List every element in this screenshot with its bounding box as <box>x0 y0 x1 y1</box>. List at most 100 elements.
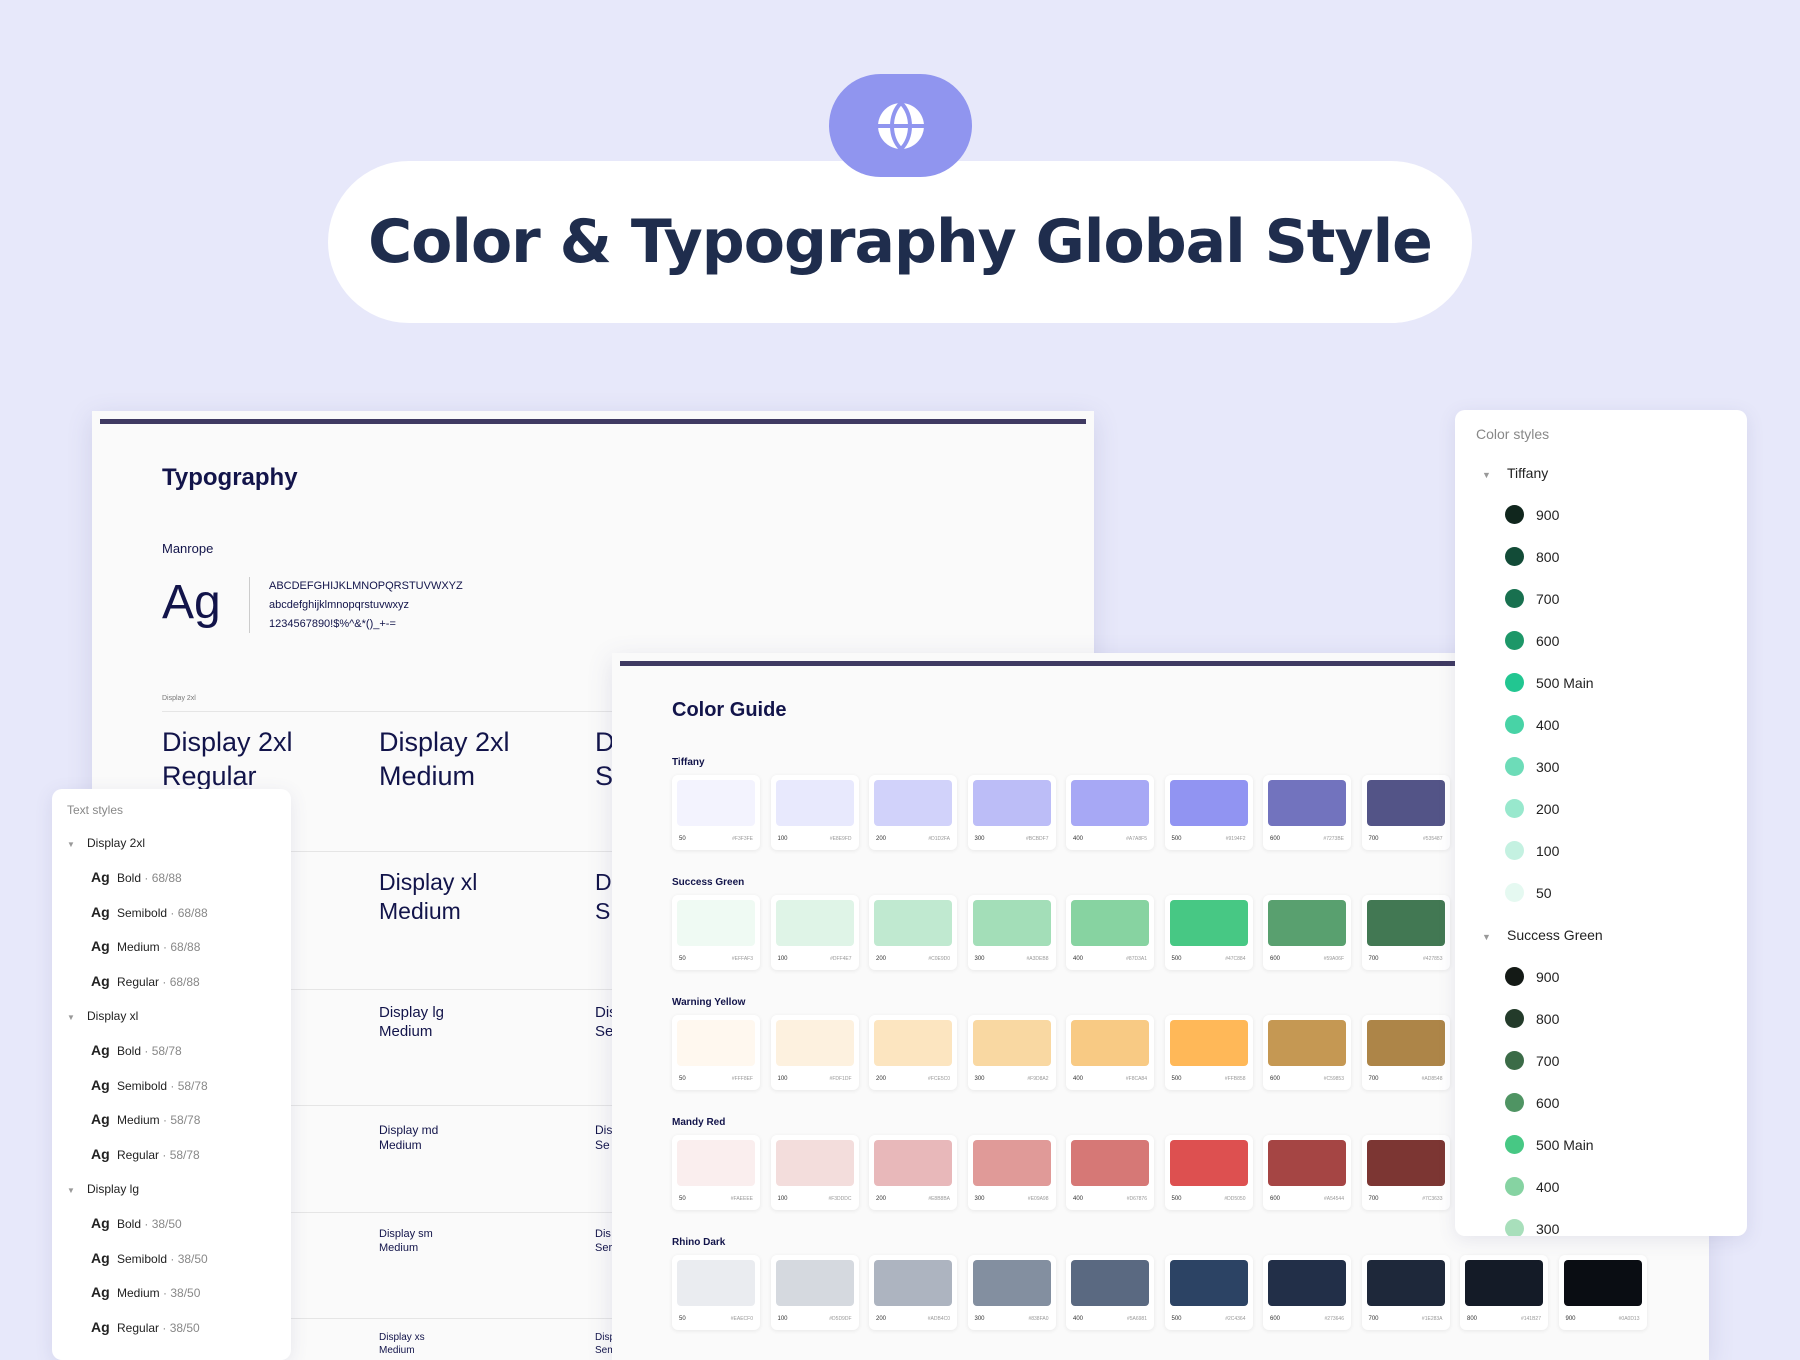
color-swatch[interactable]: 50 #F3F3FE <box>672 775 760 850</box>
color-swatch[interactable]: 300 #A3DEB8 <box>967 895 1056 970</box>
color-swatch[interactable]: 300 #838FA0 <box>967 1255 1056 1330</box>
color-swatch[interactable]: 800 #141B27 <box>1460 1255 1548 1330</box>
color-swatch[interactable]: 200 #D1D2FA <box>869 775 957 850</box>
display-xl-semibold-sample: DS <box>595 869 612 924</box>
swatch-hex: #F3F3FE <box>732 836 753 842</box>
color-swatch[interactable]: 100 #FDF1DF <box>770 1015 859 1090</box>
text-style-item[interactable]: Ag Bold · 38/50 <box>91 1215 182 1231</box>
color-swatch[interactable]: 100 #D5D9DF <box>770 1255 859 1330</box>
text-style-item[interactable]: Ag Semibold · 68/88 <box>91 904 208 920</box>
caret-down-icon[interactable]: ▼ <box>67 1013 87 1022</box>
typography-title: Typography <box>162 464 298 491</box>
text-style-group[interactable]: ▼ Display 2xl <box>67 836 145 850</box>
color-swatch[interactable]: 50 #EFFAF3 <box>672 895 760 970</box>
color-swatch[interactable]: 400 #5A6981 <box>1066 1255 1154 1330</box>
color-swatch[interactable]: 200 #FCE5C0 <box>869 1015 957 1090</box>
color-style-item[interactable]: 800 <box>1505 1009 1559 1028</box>
color-swatch[interactable]: 400 #A7A8F5 <box>1066 775 1154 850</box>
text-style-group[interactable]: ▼ Display xl <box>67 1009 138 1023</box>
color-style-item[interactable]: 900 <box>1505 967 1559 986</box>
color-swatch[interactable]: 600 #59A06F <box>1263 895 1351 970</box>
color-swatch[interactable]: 400 #87D3A1 <box>1066 895 1154 970</box>
color-swatch[interactable]: 300 #BCBDF7 <box>967 775 1056 850</box>
color-swatch[interactable]: 300 #E09A98 <box>967 1135 1056 1210</box>
color-swatch[interactable]: 300 #F9D8A2 <box>967 1015 1056 1090</box>
swatch-chip <box>1169 1020 1248 1066</box>
color-swatch[interactable]: 100 #F3DDDC <box>770 1135 859 1210</box>
color-swatch[interactable]: 700 #AD8548 <box>1361 1015 1450 1090</box>
text-style-item[interactable]: Ag Semibold · 38/50 <box>91 1250 208 1266</box>
color-swatch[interactable]: 50 #FAEEEE <box>672 1135 760 1210</box>
color-swatch[interactable]: 600 #7273BE <box>1263 775 1351 850</box>
color-style-item[interactable]: 300 <box>1505 757 1559 776</box>
caret-down-icon[interactable]: ▼ <box>1482 932 1507 942</box>
color-swatch[interactable]: 600 #273646 <box>1263 1255 1351 1330</box>
color-swatch[interactable]: 500 #9194F2 <box>1164 775 1253 850</box>
swatch-hex: #EFFAF3 <box>731 956 753 962</box>
text-style-item[interactable]: Ag Semibold · 58/78 <box>91 1077 208 1093</box>
color-style-item[interactable]: 600 <box>1505 631 1559 650</box>
color-swatch[interactable]: 700 #427853 <box>1361 895 1450 970</box>
swatch-hex: #AD8548 <box>1421 1076 1443 1082</box>
color-style-item[interactable]: 700 <box>1505 1051 1559 1070</box>
color-swatch[interactable]: 50 #FFF8EF <box>672 1015 760 1090</box>
color-style-item[interactable]: 500 Main <box>1505 1135 1594 1154</box>
swatch-hex: #ADB4C0 <box>927 1316 950 1322</box>
color-section-label: Rhino Dark <box>672 1237 726 1248</box>
color-swatch[interactable]: 200 #E8B8BA <box>869 1135 957 1210</box>
color-style-item[interactable]: 600 <box>1505 1093 1559 1112</box>
divider <box>249 577 250 633</box>
color-swatch[interactable]: 400 #D67876 <box>1066 1135 1154 1210</box>
color-section-label: Tiffany <box>672 757 705 768</box>
color-style-item[interactable]: 200 <box>1505 799 1559 818</box>
display-2xl-regular-sample: Display 2xl Regular <box>162 727 293 791</box>
color-swatch[interactable]: 200 #C0E9D0 <box>869 895 957 970</box>
caret-down-icon[interactable]: ▼ <box>67 1186 87 1195</box>
text-style-item[interactable]: Ag Medium · 68/88 <box>91 938 200 954</box>
color-style-item[interactable]: 500 Main <box>1505 673 1594 692</box>
display-md-medium-sample: Display md Medium <box>379 1123 439 1152</box>
text-style-item[interactable]: Ag Regular · 38/50 <box>91 1319 200 1335</box>
swatch-shade: 200 <box>876 956 887 962</box>
color-style-item[interactable]: 100 <box>1505 841 1559 860</box>
color-swatch[interactable]: 100 #E8E9FD <box>770 775 859 850</box>
swatch-hex: #FAEEEE <box>730 1196 753 1202</box>
color-style-item[interactable]: 50 <box>1505 883 1552 902</box>
color-swatch[interactable]: 100 #DFF4E7 <box>770 895 859 970</box>
color-swatch[interactable]: 200 #ADB4C0 <box>869 1255 957 1330</box>
caret-down-icon[interactable]: ▼ <box>67 840 87 849</box>
color-dot <box>1505 1009 1524 1028</box>
color-swatch[interactable]: 50 #EAECF0 <box>672 1255 760 1330</box>
swatch-shade: 500 <box>1171 1316 1182 1322</box>
color-style-item[interactable]: 300 <box>1505 1219 1559 1236</box>
color-swatch[interactable]: 600 #C59853 <box>1263 1015 1351 1090</box>
text-style-item[interactable]: Ag Bold · 68/88 <box>91 869 182 885</box>
color-style-item[interactable]: 900 <box>1505 505 1559 524</box>
color-swatch[interactable]: 500 #2C4364 <box>1164 1255 1253 1330</box>
color-style-item[interactable]: 400 <box>1505 1177 1559 1196</box>
color-swatch[interactable]: 700 #1E283A <box>1361 1255 1450 1330</box>
text-style-item[interactable]: Ag Bold · 58/78 <box>91 1042 182 1058</box>
text-style-group[interactable]: ▼ Display lg <box>67 1182 139 1196</box>
swatch-shade: 700 <box>1368 1076 1379 1082</box>
color-swatch[interactable]: 500 #DD5050 <box>1164 1135 1253 1210</box>
color-swatch[interactable]: 900 #0A0D13 <box>1558 1255 1647 1330</box>
color-swatch[interactable]: 700 #7C3633 <box>1361 1135 1450 1210</box>
text-style-item[interactable]: Ag Regular · 58/78 <box>91 1146 200 1162</box>
color-swatch[interactable]: 500 #47C884 <box>1164 895 1253 970</box>
color-swatch[interactable]: 700 #535487 <box>1361 775 1450 850</box>
caret-down-icon[interactable]: ▼ <box>1482 470 1507 480</box>
text-style-item[interactable]: Ag Medium · 38/50 <box>91 1284 200 1300</box>
color-style-item[interactable]: 400 <box>1505 715 1559 734</box>
color-swatch[interactable]: 600 #A54544 <box>1263 1135 1351 1210</box>
color-style-group[interactable]: ▼ Success Green <box>1482 927 1603 943</box>
color-swatch[interactable]: 500 #FFB858 <box>1164 1015 1253 1090</box>
color-swatch[interactable]: 400 #F8CA84 <box>1066 1015 1154 1090</box>
color-style-item[interactable]: 700 <box>1505 589 1559 608</box>
swatch-chip <box>874 1020 952 1066</box>
text-style-item[interactable]: Ag Medium · 58/78 <box>91 1111 200 1127</box>
text-style-item[interactable]: Ag Regular · 68/88 <box>91 973 200 989</box>
swatch-shade: 200 <box>876 836 887 842</box>
color-style-group[interactable]: ▼ Tiffany <box>1482 465 1548 481</box>
color-style-item[interactable]: 800 <box>1505 547 1559 566</box>
